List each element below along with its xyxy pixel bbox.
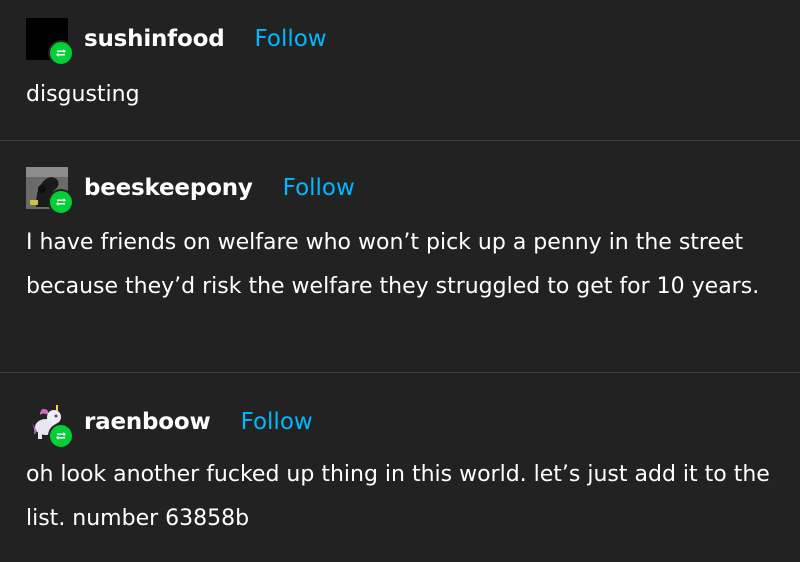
username[interactable]: sushinfood xyxy=(84,26,225,52)
username[interactable]: raenboow xyxy=(84,409,211,435)
follow-button[interactable]: Follow xyxy=(254,26,326,52)
post-beeskeepony: beeskeepony Follow I have friends on wel… xyxy=(0,141,800,373)
post-sushinfood: sushinfood Follow disgusting xyxy=(0,0,800,141)
reblog-icon xyxy=(48,423,74,449)
post-header: beeskeepony Follow xyxy=(26,167,355,215)
post-text: oh look another fucked up thing in this … xyxy=(26,462,770,531)
post-text: disgusting xyxy=(26,82,140,107)
avatar[interactable] xyxy=(26,167,74,215)
username[interactable]: beeskeepony xyxy=(84,175,253,201)
post-raenboow: raenboow Follow oh look another fucked u… xyxy=(0,373,800,562)
follow-button[interactable]: Follow xyxy=(241,409,313,435)
avatar[interactable] xyxy=(26,18,74,66)
follow-button[interactable]: Follow xyxy=(283,175,355,201)
post-header: raenboow Follow xyxy=(26,401,313,449)
post-text: I have friends on welfare who won’t pick… xyxy=(26,230,760,299)
post-header: sushinfood Follow xyxy=(26,18,327,66)
reblog-icon xyxy=(48,189,74,215)
avatar[interactable] xyxy=(26,401,74,449)
reblog-thread: sushinfood Follow disgusting beeskeepony… xyxy=(0,0,800,562)
reblog-icon xyxy=(48,40,74,66)
